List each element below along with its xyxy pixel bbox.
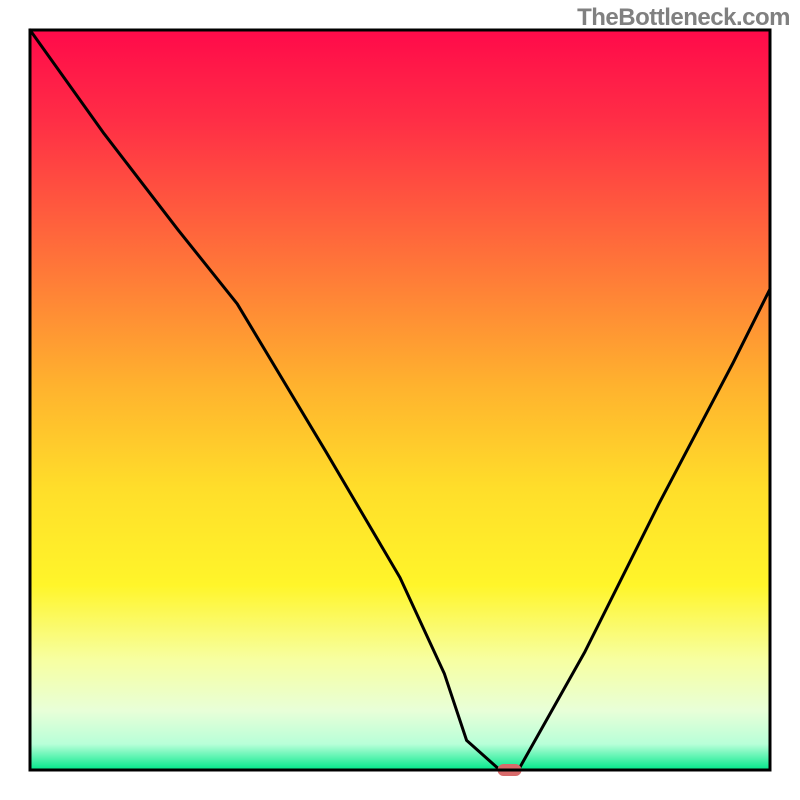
chart-svg <box>0 0 800 800</box>
watermark-label: TheBottleneck.com <box>577 4 790 32</box>
bottleneck-chart: TheBottleneck.com <box>0 0 800 800</box>
plot-background <box>30 30 770 770</box>
